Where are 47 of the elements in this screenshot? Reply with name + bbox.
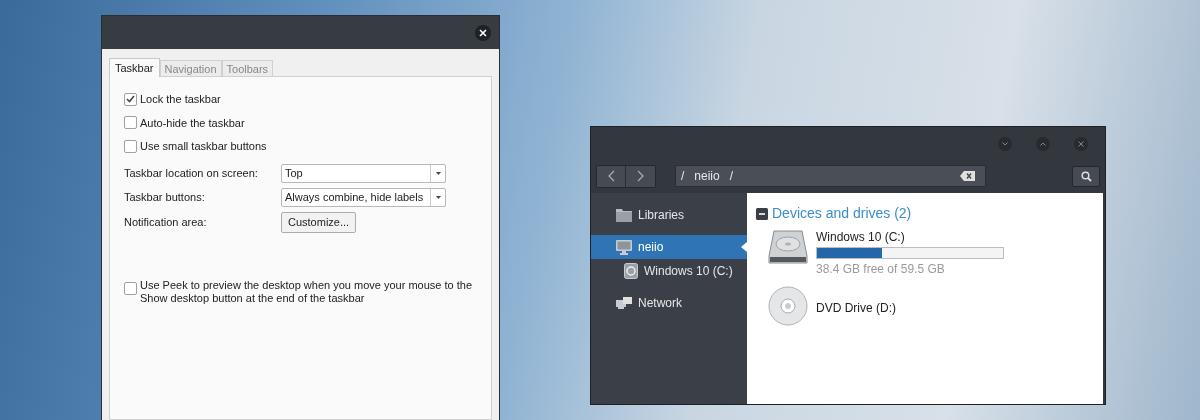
dropdown[interactable]: Always combine, hide labels xyxy=(281,187,446,207)
checkbox[interactable] xyxy=(124,116,137,130)
close-icon xyxy=(1078,141,1084,147)
checkbox-label: Lock the taskbar xyxy=(140,92,221,107)
setting-label: Notification area: xyxy=(124,214,208,230)
checkbox[interactable] xyxy=(124,139,137,153)
sidebar-item[interactable]: Network xyxy=(591,291,747,315)
back-icon xyxy=(607,170,615,182)
search-icon xyxy=(1080,170,1092,182)
setting-label: Taskbar location on screen: xyxy=(124,165,259,181)
sidebar-item[interactable]: Windows 10 (C:) xyxy=(591,259,747,283)
close-icon xyxy=(479,28,487,37)
checkbox-label: Use small taskbar buttons xyxy=(140,139,267,154)
sidebar-item[interactable]: neiio xyxy=(591,235,747,259)
group-title: Devices and drives (2) xyxy=(772,204,912,223)
checkbox-label: Auto-hide the taskbar xyxy=(140,115,245,131)
collapse-icon[interactable] xyxy=(756,207,768,220)
drive-name[interactable]: Windows 10 (C:) xyxy=(816,228,1004,246)
network-icon xyxy=(616,296,632,310)
forward-button[interactable] xyxy=(626,165,655,187)
disc-icon xyxy=(768,286,808,326)
monitor-icon xyxy=(616,239,632,255)
chevron-up-icon xyxy=(1040,142,1046,146)
path-segment[interactable]: neiio xyxy=(694,167,720,185)
setting-label: Taskbar buttons: xyxy=(124,189,206,205)
address-bar[interactable]: / neiio / xyxy=(675,165,986,187)
minimize-button[interactable] xyxy=(998,137,1012,151)
drive-icon xyxy=(624,263,638,279)
chevron-down-icon xyxy=(1002,142,1008,146)
hard-drive-icon xyxy=(768,228,808,266)
checkbox[interactable] xyxy=(124,92,137,106)
close-button[interactable] xyxy=(475,24,491,41)
forward-icon xyxy=(637,170,644,182)
path-segment[interactable]: / xyxy=(729,167,734,185)
back-button[interactable] xyxy=(597,165,626,187)
folder-icon xyxy=(616,208,632,222)
tab[interactable]: Taskbar xyxy=(109,58,160,77)
free-space-label: 38.4 GB free of 59.5 GB xyxy=(816,261,946,278)
dropdown[interactable]: Top xyxy=(281,163,446,183)
clear-icon[interactable] xyxy=(960,171,975,181)
customize-button[interactable]: Customize... xyxy=(281,211,357,233)
maximize-button[interactable] xyxy=(1036,137,1050,151)
sidebar-item[interactable]: Libraries xyxy=(591,203,747,227)
drive-name[interactable]: DVD Drive (D:) xyxy=(816,299,896,317)
checkbox-label: Use Peek to preview the desktop when you move your mouse to the Show desktop button at the end of the taskbar xyxy=(140,278,473,305)
search-button[interactable] xyxy=(1072,165,1100,187)
checkbox[interactable] xyxy=(124,281,137,295)
